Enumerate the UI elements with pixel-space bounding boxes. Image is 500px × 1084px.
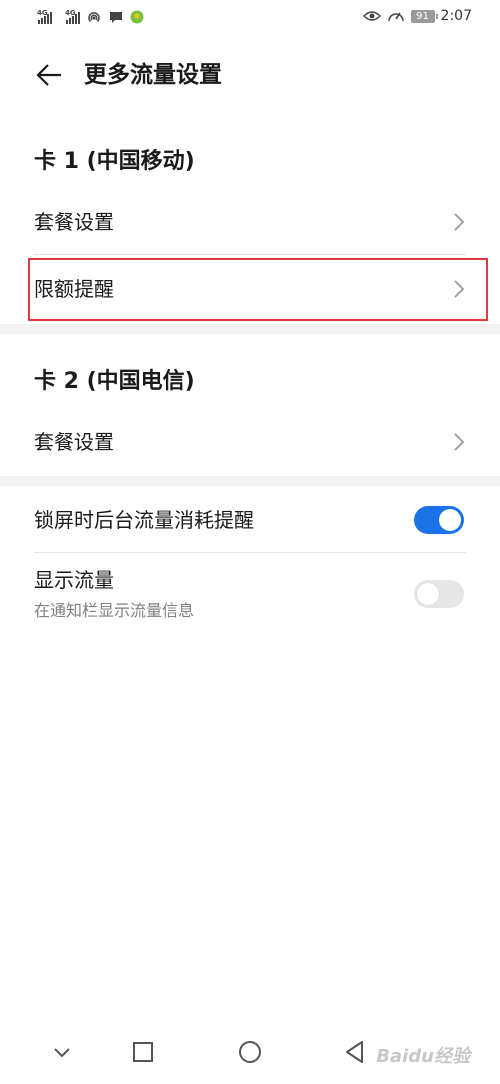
- back-arrow-icon[interactable]: [34, 60, 64, 90]
- status-bar-right: 91 2:07: [362, 8, 472, 24]
- lockscreen-reminder-toggle[interactable]: [414, 506, 464, 534]
- page-title: 更多流量设置: [84, 62, 222, 88]
- show-traffic-toggle[interactable]: [414, 580, 464, 608]
- lockscreen-reminder-row: 锁屏时后台流量消耗提醒: [0, 496, 500, 546]
- battery-indicator: 91: [410, 9, 438, 23]
- chevron-right-icon: [454, 433, 464, 451]
- eye-icon: [362, 11, 381, 21]
- card2-plan-settings-row[interactable]: 套餐设置: [0, 416, 500, 468]
- divider: [34, 552, 466, 553]
- show-traffic-row: 显示流量 在通知栏显示流量信息: [0, 560, 500, 630]
- recents-square-icon[interactable]: [129, 1038, 157, 1066]
- home-circle-icon[interactable]: [236, 1038, 264, 1066]
- chevron-right-icon: [454, 213, 464, 231]
- section-gap: [0, 476, 500, 486]
- app-notification-icon: [130, 10, 144, 24]
- chevron-down-icon[interactable]: [48, 1038, 76, 1066]
- signal-icon-sim2: 4G: [58, 9, 80, 24]
- section-gap: [0, 324, 500, 334]
- status-bar: 4G 4G 91 2:07: [0, 0, 500, 36]
- app-header: 更多流量设置: [0, 48, 500, 104]
- highlight-box: [28, 258, 488, 321]
- card1-plan-settings-label: 套餐设置: [34, 210, 114, 234]
- card1-plan-settings-row[interactable]: 套餐设置: [0, 200, 500, 252]
- show-traffic-label: 显示流量: [34, 568, 114, 592]
- card2-title: 卡 2 (中国电信): [34, 369, 195, 394]
- toggle-knob: [439, 509, 461, 531]
- card1-title: 卡 1 (中国移动): [34, 149, 195, 174]
- toggle-knob: [417, 583, 439, 605]
- baidu-watermark: Baidu经验: [376, 1046, 470, 1067]
- card2-plan-settings-label: 套餐设置: [34, 430, 114, 454]
- status-time: 2:07: [440, 8, 472, 24]
- lockscreen-reminder-label: 锁屏时后台流量消耗提醒: [34, 508, 254, 532]
- signal-icon-sim1: 4G: [30, 9, 52, 24]
- divider: [34, 254, 466, 255]
- message-icon: [110, 12, 122, 23]
- back-triangle-icon[interactable]: [341, 1038, 369, 1066]
- show-traffic-sublabel: 在通知栏显示流量信息: [34, 601, 195, 620]
- hotspot-icon: [88, 12, 100, 23]
- speed-icon: [387, 12, 404, 22]
- status-bar-left: 4G 4G: [30, 9, 144, 25]
